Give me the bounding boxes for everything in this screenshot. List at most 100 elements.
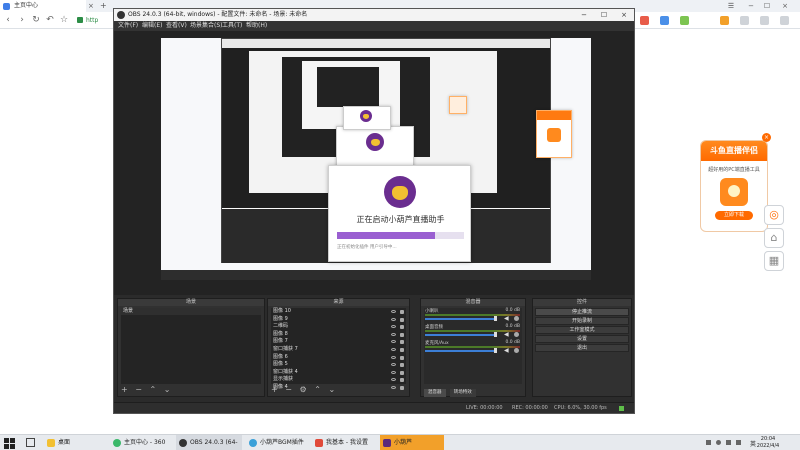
task-view-icon[interactable] xyxy=(26,438,35,447)
source-item[interactable]: 图像 9 xyxy=(271,316,406,324)
move-down-button[interactable]: ⌄ xyxy=(328,385,335,394)
tab-mixer[interactable]: 混音器 xyxy=(424,389,446,397)
cpu-fps: CPU: 6.0%, 30.00 fps xyxy=(554,405,607,411)
lock-icon xyxy=(400,363,404,368)
taskbar-item-xiaohulu[interactable]: 小葫芦 xyxy=(380,435,444,450)
obs-maximize-button[interactable]: ☐ xyxy=(596,9,612,21)
browser-tab-home[interactable]: 主页中心 xyxy=(0,0,86,12)
move-up-button[interactable]: ⌃ xyxy=(314,385,321,394)
menu-help[interactable]: 帮助(H) xyxy=(246,21,267,31)
tab-close-icon[interactable]: × xyxy=(88,0,94,12)
browser-menu-icon[interactable]: ☰ xyxy=(724,0,738,12)
exit-button[interactable]: 退出 xyxy=(535,344,629,352)
gear-icon[interactable] xyxy=(514,316,519,321)
source-settings-gear-icon[interactable]: ⚙ xyxy=(300,385,307,394)
menu-edit[interactable]: 编辑(E) xyxy=(142,21,162,31)
browser-maximize-button[interactable]: ☐ xyxy=(760,0,774,12)
speaker-icon[interactable]: ◀ xyxy=(504,348,510,354)
tab-transitions[interactable]: 转场特效 xyxy=(449,389,476,397)
browser-minimize-button[interactable]: − xyxy=(744,0,758,12)
volume-slider[interactable] xyxy=(425,318,496,320)
obs-title-text: OBS 24.0.3 (64-bit, windows) - 配置文件: 未命名… xyxy=(128,11,308,18)
add-source-button[interactable]: + xyxy=(271,385,278,394)
battery-icon[interactable] xyxy=(736,440,741,445)
move-down-button[interactable]: ⌄ xyxy=(164,385,171,394)
move-up-button[interactable]: ⌃ xyxy=(150,385,157,394)
stop-streaming-button[interactable]: 停止推流 xyxy=(535,308,629,316)
ad-close-icon[interactable]: × xyxy=(762,133,771,142)
windows-start-icon[interactable] xyxy=(3,437,15,449)
volume-slider[interactable] xyxy=(425,334,496,336)
ad-download-button[interactable]: 立即下载 xyxy=(715,211,753,220)
source-item[interactable]: 图像 6 xyxy=(271,354,406,362)
back-icon[interactable]: ‹ xyxy=(2,14,14,26)
start-recording-button[interactable]: 开始录制 xyxy=(535,317,629,325)
volume-slider[interactable] xyxy=(425,350,496,352)
network-icon[interactable] xyxy=(716,440,721,445)
add-scene-button[interactable]: + xyxy=(121,385,128,394)
studio-mode-button[interactable]: 工作室模式 xyxy=(535,326,629,334)
scenes-list[interactable]: 场景 xyxy=(121,308,261,384)
eye-icon xyxy=(391,310,396,313)
forward-icon[interactable]: › xyxy=(16,14,28,26)
gear-icon[interactable] xyxy=(514,332,519,337)
home-icon[interactable]: ⌂ xyxy=(764,228,784,248)
app-grid-icon[interactable]: ▦ xyxy=(764,251,784,271)
volume-icon[interactable] xyxy=(726,440,731,445)
browser-close-button[interactable]: × xyxy=(778,0,792,12)
extension-icon[interactable] xyxy=(660,16,669,25)
new-tab-icon[interactable]: + xyxy=(100,0,107,12)
taskbar-item-settings[interactable]: 我基本 - 我设置 xyxy=(312,435,376,450)
star-icon[interactable]: ☆ xyxy=(58,14,70,26)
download-icon[interactable] xyxy=(760,16,769,25)
source-item[interactable]: 显示捕获 xyxy=(271,376,406,384)
menu-view[interactable]: 查看(V) xyxy=(166,21,187,31)
source-item[interactable]: 图像 8 xyxy=(271,331,406,339)
taskbar-item-bgm[interactable]: 小葫芦BGM插件找... xyxy=(246,435,308,450)
extension-icon[interactable] xyxy=(720,16,729,25)
shield-icon[interactable] xyxy=(740,16,749,25)
menu-scene-collection[interactable]: 场景集合(S) xyxy=(190,21,223,31)
tray-expand-icon[interactable] xyxy=(706,440,711,445)
extension-icon[interactable] xyxy=(640,16,649,25)
source-item[interactable]: 窗口捕获 7 xyxy=(271,346,406,354)
address-bar[interactable]: http xyxy=(76,15,116,26)
source-item[interactable]: 图像 7 xyxy=(271,338,406,346)
scene-item[interactable]: 场景 xyxy=(121,308,261,315)
obs-preview[interactable]: 正在启动小葫芦直播助手 正在初始化插件 用户引导中... xyxy=(114,31,634,295)
douyu-logo-icon xyxy=(720,178,748,206)
volume-slider-handle[interactable] xyxy=(494,332,497,337)
sources-list[interactable]: 图像 10 图像 9 二维码 图像 8 图像 7 窗口捕获 7 图像 6 图像 … xyxy=(271,308,406,390)
sources-title: 来源 xyxy=(268,299,409,306)
source-item[interactable]: 图像 5 xyxy=(271,361,406,369)
speaker-icon[interactable]: ◀ xyxy=(504,332,510,338)
system-clock[interactable]: 20:04 2022/4/4 xyxy=(748,436,788,450)
lock-icon xyxy=(400,325,404,330)
launch-message: 正在启动小葫芦直播助手 xyxy=(356,215,445,224)
remove-scene-button[interactable]: − xyxy=(135,385,142,394)
live-circle-icon[interactable]: ◎ xyxy=(764,205,784,225)
douyu-ad-card[interactable]: 斗鱼直播伴侣 超好用的PC端直播工具 立即下载 xyxy=(700,140,768,232)
gear-icon[interactable] xyxy=(514,348,519,353)
refresh-icon[interactable]: ↻ xyxy=(30,14,42,26)
volume-slider-handle[interactable] xyxy=(494,316,497,321)
eye-icon xyxy=(391,332,396,336)
remove-source-button[interactable]: − xyxy=(285,385,292,394)
taskbar-item-desktop[interactable]: 桌面 xyxy=(44,435,106,450)
taskbar-item-obs[interactable]: OBS 24.0.3 (64-bi... xyxy=(176,435,242,450)
source-item[interactable]: 图像 10 xyxy=(271,308,406,316)
taskbar-item-browser[interactable]: 主页中心 - 360极... xyxy=(110,435,174,450)
undo-icon[interactable]: ↶ xyxy=(44,14,56,26)
source-item[interactable]: 二维码 xyxy=(271,323,406,331)
extension-icon[interactable] xyxy=(680,16,689,25)
volume-slider-handle[interactable] xyxy=(494,348,497,353)
obs-minimize-button[interactable]: − xyxy=(576,9,592,21)
obs-close-button[interactable]: × xyxy=(616,9,632,21)
menu-tools[interactable]: 工具(T) xyxy=(222,21,242,31)
speaker-icon[interactable]: ◀ xyxy=(504,316,510,322)
eye-icon xyxy=(391,363,396,367)
settings-button[interactable]: 设置 xyxy=(535,335,629,343)
menu-file[interactable]: 文件(F) xyxy=(118,21,138,31)
menu-icon[interactable] xyxy=(780,16,789,25)
eye-icon xyxy=(391,378,396,382)
